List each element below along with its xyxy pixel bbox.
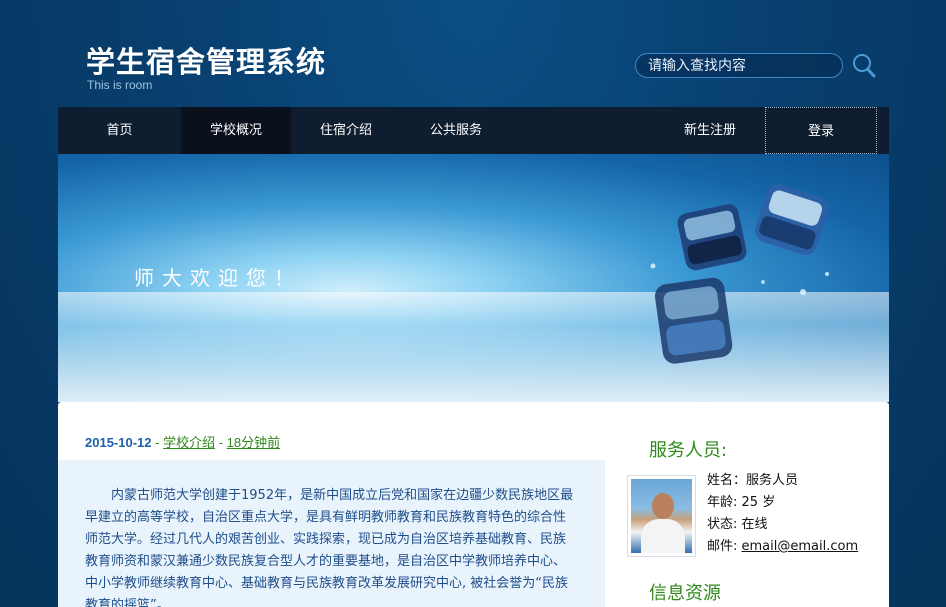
- main-nav: 首页 学校概况 住宿介绍 公共服务 新生注册 登录: [58, 107, 889, 154]
- site-title: 学生宿舍管理系统: [86, 45, 327, 79]
- email-link[interactable]: email@email.com: [742, 539, 859, 554]
- staff-avatar: [627, 475, 696, 557]
- nav-item-registration[interactable]: 新生注册: [655, 107, 765, 154]
- search-box: [635, 53, 843, 78]
- status-value: 在线: [741, 517, 768, 532]
- name-label: 姓名：: [707, 473, 747, 488]
- meta-separator: -: [151, 435, 164, 450]
- article-category-link[interactable]: 学校介绍: [163, 435, 215, 450]
- staff-info: 姓名：服务人员 年龄: 25 岁 状态: 在线 邮件: email@email.…: [707, 470, 858, 558]
- site-subtitle: This is room: [87, 78, 153, 92]
- nav-item-login[interactable]: 登录: [765, 107, 877, 154]
- banner-text: 师大欢迎您！: [134, 266, 302, 290]
- article-body-box: 内蒙古师范大学创建于1952年，是新中国成立后党和国家在边疆少数民族地区最早建立…: [58, 460, 605, 607]
- article-meta: 2015-10-12 - 学校介绍 - 18分钟前: [85, 432, 280, 451]
- avatar-photo: [631, 479, 692, 553]
- resources-section-title: 信息资源: [649, 583, 721, 604]
- age-value: 25 岁: [741, 495, 776, 510]
- avatar-body: [641, 519, 685, 553]
- article-body: 内蒙古师范大学创建于1952年，是新中国成立后党和国家在边疆少数民族地区最早建立…: [85, 488, 574, 607]
- nav-item-school-overview[interactable]: 学校概况: [181, 107, 291, 154]
- search-input[interactable]: [636, 54, 842, 77]
- status-label: 状态:: [707, 517, 742, 532]
- staff-section-title: 服务人员:: [649, 440, 728, 461]
- search-button[interactable]: [851, 52, 877, 80]
- staff-status-row: 状态: 在线: [707, 514, 858, 536]
- avatar-head: [652, 493, 674, 519]
- email-label: 邮件:: [707, 539, 742, 554]
- meta-separator: -: [215, 435, 227, 450]
- content-panel: 2015-10-12 - 学校介绍 - 18分钟前 内蒙古师范大学创建于1952…: [58, 402, 889, 607]
- name-value: 服务人员: [746, 473, 799, 488]
- age-label: 年龄:: [707, 495, 742, 510]
- banner: 师大欢迎您！: [58, 154, 889, 402]
- staff-name-row: 姓名：服务人员: [707, 470, 858, 492]
- nav-item-accommodation[interactable]: 住宿介绍: [291, 107, 401, 154]
- staff-age-row: 年龄: 25 岁: [707, 492, 858, 514]
- search-icon: [853, 54, 876, 78]
- ice-cubes-image: [650, 184, 829, 364]
- article-time-link[interactable]: 18分钟前: [227, 435, 280, 450]
- article-date: 2015-10-12: [85, 435, 152, 450]
- nav-item-home[interactable]: 首页: [58, 107, 181, 154]
- nav-item-public-services[interactable]: 公共服务: [401, 107, 511, 154]
- staff-email-row: 邮件: email@email.com: [707, 536, 858, 558]
